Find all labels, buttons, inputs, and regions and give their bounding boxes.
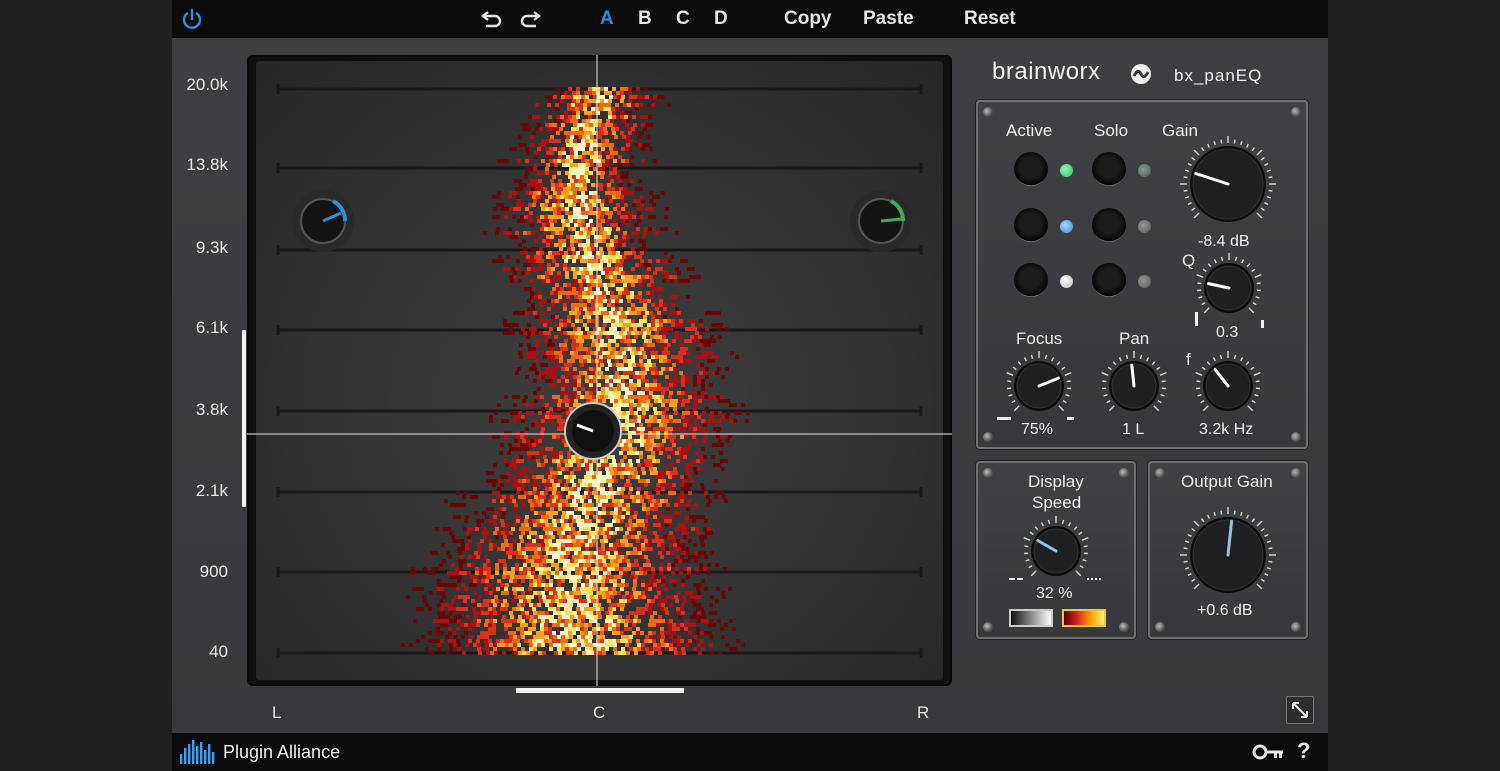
freq-label: 13.8k	[186, 155, 228, 174]
pan-label: Pan	[1119, 329, 1150, 348]
grayscale-mode-button[interactable]	[1009, 609, 1053, 627]
product-name: bx_panEQ	[1174, 66, 1263, 85]
frequency-knob[interactable]	[1195, 351, 1261, 412]
freq-label: 2.1k	[195, 481, 228, 500]
q-value: 0.3	[1216, 324, 1239, 341]
pan-knob[interactable]	[1101, 351, 1167, 412]
fullscreen-button[interactable]	[1286, 696, 1314, 724]
plugin-alliance-logo-icon	[180, 740, 215, 764]
freq-label: 9.3k	[195, 238, 228, 257]
undo-icon[interactable]	[480, 8, 504, 30]
band-panel: Active Solo Gain -8.4 dB Q 0.3 Focus Pan…	[976, 100, 1308, 449]
copy-button[interactable]: Copy	[784, 6, 832, 32]
q-knob[interactable]	[1196, 253, 1262, 314]
preset-d-button[interactable]: D	[714, 6, 728, 32]
focus-value: 75%	[1021, 421, 1054, 438]
freq-label: 6.1k	[195, 318, 228, 337]
key-icon[interactable]	[1252, 744, 1284, 760]
band-2-node[interactable]	[564, 402, 622, 460]
band-3-node[interactable]	[850, 190, 912, 252]
brainworx-logo-icon	[1131, 64, 1151, 84]
gain-knob[interactable]	[1180, 136, 1276, 222]
focus-label: Focus	[1016, 329, 1063, 348]
q-label: Q	[1182, 251, 1196, 270]
preset-c-button[interactable]: C	[676, 6, 690, 32]
brand-header: brainworx bx_panEQ	[992, 58, 1261, 86]
expand-icon	[1292, 702, 1308, 718]
freq-label: 20.0k	[186, 75, 228, 94]
paste-button[interactable]: Paste	[863, 6, 914, 32]
status-bar: Plugin Alliance ?	[172, 733, 1328, 771]
freq-label: 40	[209, 642, 228, 661]
display-speed-knob[interactable]	[1023, 516, 1089, 577]
brand-name: brainworx	[992, 58, 1101, 85]
redo-icon[interactable]	[518, 8, 542, 30]
display-speed-value: 32 %	[1036, 585, 1073, 602]
band-knobs	[997, 136, 1276, 420]
reset-button[interactable]: Reset	[964, 6, 1016, 32]
help-icon[interactable]: ?	[1297, 738, 1310, 764]
f-label: f	[1186, 350, 1191, 369]
pan-width-bar	[516, 688, 684, 693]
gain-value: -8.4 dB	[1198, 233, 1250, 250]
output-gain-value: +0.6 dB	[1197, 602, 1253, 619]
display-speed-knob-area	[1009, 516, 1101, 580]
level-meter	[242, 330, 246, 507]
plugin-window: A B C D Copy Paste Reset 20.0k 13.8k 9.3…	[172, 0, 1328, 771]
preset-a-button[interactable]: A	[600, 6, 614, 32]
company-name: Plugin Alliance	[223, 742, 341, 762]
frequency-value: 3.2k Hz	[1199, 421, 1254, 438]
power-icon[interactable]	[181, 8, 203, 30]
pan-right-label: R	[917, 703, 930, 722]
heat-mode-button[interactable]	[1062, 609, 1106, 627]
pan-value: 1 L	[1122, 421, 1145, 438]
panorama-display[interactable]	[247, 55, 952, 686]
freq-label: 3.8k	[195, 400, 228, 419]
focus-knob[interactable]	[1006, 351, 1072, 412]
display-speed-panel: Display Speed 32 %	[976, 461, 1136, 639]
top-toolbar: A B C D Copy Paste Reset	[172, 0, 1328, 38]
pan-center-label: C	[593, 703, 606, 722]
band-1-node[interactable]	[292, 190, 354, 252]
pan-left-label: L	[272, 703, 282, 722]
preset-b-button[interactable]: B	[638, 6, 652, 32]
output-gain-panel: Output Gain +0.6 dB	[1148, 461, 1308, 639]
freq-label: 900	[199, 562, 228, 581]
spectrum-heatmap	[401, 87, 750, 655]
output-gain-knob[interactable]	[1180, 507, 1276, 593]
spectrum-canvas[interactable]	[247, 55, 952, 686]
